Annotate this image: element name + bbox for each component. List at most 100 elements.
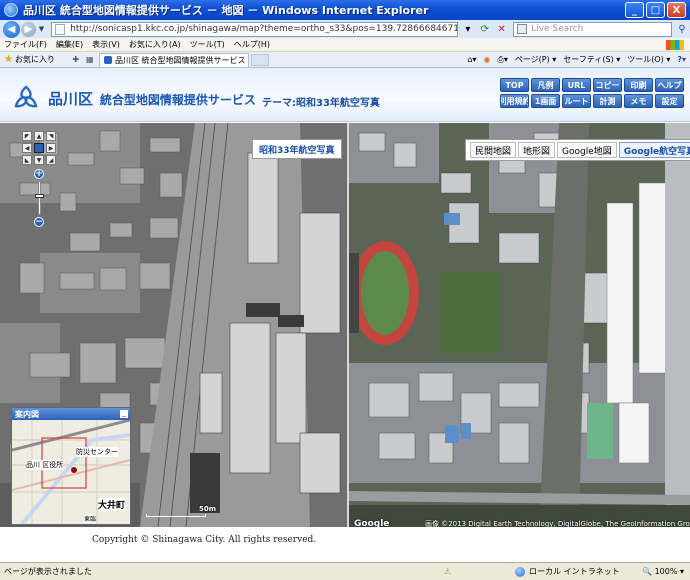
menu-tools[interactable]: ツール(T) xyxy=(190,39,225,50)
favorites-button[interactable]: お気に入り xyxy=(15,54,55,65)
nav-top-button[interactable]: TOP xyxy=(500,78,529,92)
command-bar: ⌂▾ ◉ ⎙▾ ページ(P) ▾ セーフティ(S) ▾ ツール(O) ▾ ?▾ xyxy=(460,54,686,65)
pan-west-icon[interactable]: ◀ xyxy=(22,143,32,153)
menu-help[interactable]: ヘルプ(H) xyxy=(234,39,270,50)
copyright-footer: Copyright © Shinagawa City. All rights r… xyxy=(92,535,317,545)
nav-measure-button[interactable]: 計測 xyxy=(593,94,622,108)
live-search-icon xyxy=(517,24,528,34)
nav-route-button[interactable]: ルート xyxy=(562,94,591,108)
url-dropdown-icon[interactable]: ▾ xyxy=(460,22,475,37)
modern-aerial-map[interactable]: 民間地図 地形図 Google地図 Google航空写真 xyxy=(349,123,690,527)
pan-northwest-icon[interactable]: ◤ xyxy=(22,131,32,141)
overview-map-panel: 案内図 _ 品川 区役所 防災センター 大井町 東臨 xyxy=(11,407,131,525)
overview-label-torin: 東臨 xyxy=(84,514,97,523)
tools-menu[interactable]: ツール(O) ▾ xyxy=(627,54,670,65)
nav-terms-button[interactable]: 利用規約 xyxy=(500,94,529,108)
map-nav-control: ◤ ▲ ◥ ◀ ▶ ◣ ▼ ◢ + − xyxy=(22,131,62,227)
windows-logo-icon xyxy=(666,39,684,50)
quick-tabs[interactable]: ✚ ▦ xyxy=(69,54,97,66)
nav-memo-button[interactable]: メモ xyxy=(624,94,653,108)
pan-center-icon[interactable] xyxy=(34,143,44,153)
favorites-star-icon[interactable]: ★ xyxy=(4,54,13,65)
tab-favicon-icon xyxy=(103,56,112,64)
active-tab[interactable]: 品川区 統合型地図情報提供サービス - 地図 - xyxy=(98,52,249,67)
menu-bar: ファイル(F) 編集(E) 表示(V) お気に入り(A) ツール(T) ヘルプ(… xyxy=(0,38,690,52)
search-go-icon[interactable]: ⚲ xyxy=(674,22,690,37)
minimize-button[interactable]: _ xyxy=(625,2,644,18)
scale-line xyxy=(146,514,206,517)
pan-southeast-icon[interactable]: ◢ xyxy=(46,155,56,165)
tab-list-icon[interactable]: ▦ xyxy=(86,55,94,64)
ward-name: 品川区 xyxy=(48,90,94,108)
history-dropdown-icon[interactable]: ▼ xyxy=(39,25,44,33)
feeds-icon[interactable]: ◉ xyxy=(483,55,490,64)
zoom-slider[interactable] xyxy=(34,181,44,215)
search-placeholder: Live Search xyxy=(531,24,584,34)
page-icon xyxy=(55,23,66,35)
web-page: 品川区 統合型地図情報提供サービス テーマ:昭和33年航空写真 TOP 凡例 U… xyxy=(0,68,690,562)
pan-southwest-icon[interactable]: ◣ xyxy=(22,155,32,165)
pan-east-icon[interactable]: ▶ xyxy=(46,143,56,153)
system-name: 統合型地図情報提供サービス xyxy=(99,93,256,107)
forward-button[interactable]: ▶ xyxy=(20,21,36,37)
help-menu[interactable]: ?▾ xyxy=(677,55,686,64)
historical-aerial-map[interactable]: ◤ ▲ ◥ ◀ ▶ ◣ ▼ ◢ + − 昭和33年航空写真 案内図 _ 品川 区… xyxy=(0,123,347,527)
security-zone[interactable]: ローカル イントラネット xyxy=(515,566,620,577)
pan-north-icon[interactable]: ▲ xyxy=(34,131,44,141)
safety-menu[interactable]: セーフティ(S) ▾ xyxy=(563,54,620,65)
shinagawa-logo-icon[interactable] xyxy=(12,84,40,112)
nav-help-button[interactable]: ヘルプ xyxy=(655,78,684,92)
modern-aerial-image xyxy=(349,123,690,527)
page-menu[interactable]: ページ(P) ▾ xyxy=(515,54,556,65)
home-icon[interactable]: ⌂▾ xyxy=(467,55,476,64)
url-input[interactable]: http://sonicasp1.kkc.co.jp/shinagawa/map… xyxy=(51,21,459,37)
nav-single-view-button[interactable]: 1画面 xyxy=(531,94,560,108)
tab-title: 品川区 統合型地図情報提供サービス - 地図 - xyxy=(114,55,248,65)
status-security-icon: ⚠ xyxy=(444,567,452,576)
nav-copy-button[interactable]: コピー xyxy=(593,78,622,92)
overview-title: 案内図 xyxy=(15,409,39,419)
overview-minimize-icon[interactable]: _ xyxy=(120,410,128,418)
maximize-button[interactable]: □ xyxy=(646,2,665,18)
layer-private-map-button[interactable]: 民間地図 xyxy=(470,142,517,158)
status-bar: ページが表示されました ⚠ ローカル イントラネット 🔍 100% ▾ xyxy=(0,562,690,580)
zoom-bar: + − xyxy=(34,169,44,227)
zoom-out-button[interactable]: − xyxy=(34,217,44,227)
layer-google-map-button[interactable]: Google地図 xyxy=(557,142,617,158)
scale-bar: 50m xyxy=(146,505,226,517)
nav-settings-button[interactable]: 設定 xyxy=(655,94,684,108)
layer-google-aerial-button[interactable]: Google航空写真 xyxy=(618,142,690,158)
menu-file[interactable]: ファイル(F) xyxy=(4,39,47,50)
zoom-level-text: 100% xyxy=(654,567,678,576)
new-tab-button[interactable] xyxy=(250,53,269,66)
pan-northeast-icon[interactable]: ◥ xyxy=(46,131,56,141)
left-layer-label[interactable]: 昭和33年航空写真 xyxy=(252,139,342,159)
zoom-level[interactable]: 🔍 100% ▾ xyxy=(642,567,684,576)
ie-icon xyxy=(4,3,18,17)
close-button[interactable]: X xyxy=(667,2,686,18)
site-title: 品川区 統合型地図情報提供サービス xyxy=(48,88,256,109)
print-icon[interactable]: ⎙▾ xyxy=(497,55,507,65)
layer-topo-map-button[interactable]: 地形図 xyxy=(518,142,556,158)
pan-south-icon[interactable]: ▼ xyxy=(34,155,44,165)
stop-icon[interactable]: ✕ xyxy=(494,22,509,37)
security-zone-label: ローカル イントラネット xyxy=(529,567,620,576)
site-nav: TOP 凡例 URL コピー 印刷 ヘルプ 利用規約 1画面 ルート 計測 メモ… xyxy=(500,78,684,108)
zoom-in-button[interactable]: + xyxy=(34,169,44,179)
menu-view[interactable]: 表示(V) xyxy=(92,39,120,50)
nav-url-button[interactable]: URL xyxy=(562,78,591,92)
nav-legend-button[interactable]: 凡例 xyxy=(531,78,560,92)
overview-map[interactable]: 品川 区役所 防災センター 大井町 東臨 xyxy=(12,420,130,524)
refresh-icon[interactable]: ⟳ xyxy=(477,22,492,37)
menu-edit[interactable]: 編集(E) xyxy=(56,39,83,50)
menu-favorites[interactable]: お気に入り(A) xyxy=(129,39,181,50)
add-favorite-icon[interactable]: ✚ xyxy=(72,55,79,64)
back-button[interactable]: ◀ xyxy=(3,20,20,38)
nav-print-button[interactable]: 印刷 xyxy=(624,78,653,92)
scale-label: 50m xyxy=(198,505,216,513)
map-area[interactable]: ◤ ▲ ◥ ◀ ▶ ◣ ▼ ◢ + − 昭和33年航空写真 案内図 _ 品川 区… xyxy=(0,123,690,527)
search-input[interactable]: Live Search xyxy=(513,21,673,37)
map-attribution[interactable]: 画像 ©2013 Digital Earth Technology, Digit… xyxy=(425,519,690,527)
zoom-slider-thumb[interactable] xyxy=(34,194,44,198)
google-logo[interactable]: Google xyxy=(354,519,389,527)
